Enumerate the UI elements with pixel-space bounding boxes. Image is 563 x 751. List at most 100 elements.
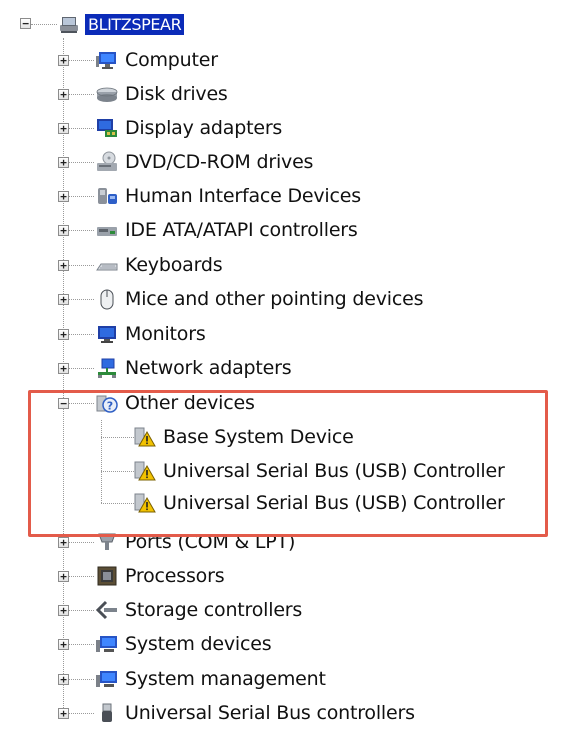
hid-icon: [96, 185, 118, 207]
collapse-toggle[interactable]: −: [20, 18, 31, 29]
tree-item-label: Universal Serial Bus (USB) Controller: [163, 460, 505, 482]
tree-item-processors[interactable]: Processors: [96, 560, 226, 592]
tree-item-label: IDE ATA/ATAPI controllers: [125, 219, 358, 241]
tree-guide: [69, 196, 94, 197]
tree-item-label: Network adapters: [125, 357, 292, 379]
tree-item-label: Universal Serial Bus controllers: [125, 702, 415, 724]
tree-item-computer[interactable]: Computer: [96, 44, 220, 76]
mouse-icon: [96, 288, 118, 310]
tree-item-label: Ports (COM & LPT): [125, 531, 296, 553]
tree-item-storage-controllers[interactable]: Storage controllers: [96, 594, 304, 626]
tree-guide: [69, 334, 94, 335]
tree-item-network-adapters[interactable]: Network adapters: [96, 352, 293, 384]
tree-item-usb-controllers[interactable]: Universal Serial Bus controllers: [96, 697, 417, 729]
tree-guide: [101, 503, 134, 504]
processor-icon: [96, 565, 118, 587]
tree-guide: [101, 471, 134, 472]
tree-guide: [69, 265, 94, 266]
tree-item-human-interface-devices[interactable]: Human Interface Devices: [96, 180, 363, 212]
system-management-icon: [96, 668, 118, 690]
tree-item-system-management[interactable]: System management: [96, 663, 328, 695]
expand-toggle[interactable]: +: [58, 157, 69, 168]
expand-toggle[interactable]: +: [58, 260, 69, 271]
expand-toggle[interactable]: +: [58, 191, 69, 202]
expand-toggle[interactable]: +: [58, 674, 69, 685]
tree-guide: [69, 94, 94, 95]
display-adapter-icon: [96, 117, 118, 139]
tree-guide: [69, 162, 94, 163]
tree-guide: [69, 679, 94, 680]
expand-toggle[interactable]: +: [58, 329, 69, 340]
network-adapter-icon: [96, 357, 118, 379]
tree-item-label: Monitors: [125, 323, 206, 345]
dvd-drive-icon: [96, 151, 118, 173]
tree-item-label: Base System Device: [163, 426, 354, 448]
tree-guide: [69, 368, 94, 369]
system-device-icon: [96, 633, 118, 655]
tree-item-display-adapters[interactable]: Display adapters: [96, 112, 284, 144]
monitor-icon: [96, 323, 118, 345]
tree-guide: [31, 24, 57, 25]
expand-toggle[interactable]: +: [58, 571, 69, 582]
ide-controller-icon: [96, 219, 118, 241]
tree-guide: [69, 403, 94, 404]
expand-toggle[interactable]: +: [58, 537, 69, 548]
tree-item-other-devices[interactable]: ? Other devices: [96, 387, 257, 419]
tree-item-disk-drives[interactable]: Disk drives: [96, 78, 230, 110]
tree-guide: [69, 60, 94, 61]
unknown-device-icon: ?: [96, 392, 118, 414]
tree-guide: [69, 644, 94, 645]
expand-toggle[interactable]: +: [58, 89, 69, 100]
tree-item-ide-ata-atapi-controllers[interactable]: IDE ATA/ATAPI controllers: [96, 214, 360, 246]
expand-toggle[interactable]: +: [58, 123, 69, 134]
tree-item-usb-controller[interactable]: Universal Serial Bus (USB) Controller: [134, 455, 507, 487]
tree-item-system-devices[interactable]: System devices: [96, 628, 273, 660]
tree-item-keyboards[interactable]: Keyboards: [96, 249, 224, 281]
tree-item-label: System devices: [125, 633, 272, 655]
device-tree: − BLITZSPEAR + Computer + Disk drives + …: [0, 0, 563, 751]
tree-guide: [101, 437, 134, 438]
tree-item-label: Computer: [125, 49, 218, 71]
tree-guide: [69, 230, 94, 231]
expand-toggle[interactable]: +: [58, 605, 69, 616]
expand-toggle[interactable]: +: [58, 639, 69, 650]
tree-guide: [69, 299, 94, 300]
storage-controller-icon: [96, 599, 118, 621]
tree-guide: [69, 576, 94, 577]
tree-item-label: Processors: [125, 565, 225, 587]
tree-item-label: Storage controllers: [125, 599, 303, 621]
expand-toggle[interactable]: +: [58, 55, 69, 66]
tree-item-mice[interactable]: Mice and other pointing devices: [96, 283, 425, 315]
tree-item-label: Keyboards: [125, 254, 223, 276]
expand-toggle[interactable]: +: [58, 225, 69, 236]
tree-item-label: System management: [125, 668, 326, 690]
tree-guide: [101, 420, 102, 503]
tree-item-label: Disk drives: [125, 83, 228, 105]
tree-root-node[interactable]: BLITZSPEAR: [58, 8, 185, 40]
tree-root-label: BLITZSPEAR: [85, 13, 185, 35]
warning-device-icon: [134, 492, 156, 514]
tree-item-label: Display adapters: [125, 117, 283, 139]
tree-item-monitors[interactable]: Monitors: [96, 318, 208, 350]
expand-toggle[interactable]: +: [58, 294, 69, 305]
computer-icon: [96, 49, 118, 71]
tree-item-label: Mice and other pointing devices: [125, 288, 424, 310]
tree-guide: [69, 610, 94, 611]
keyboard-icon: [96, 254, 118, 276]
tree-item-label: Other devices: [125, 392, 255, 414]
svg-text:?: ?: [107, 400, 113, 413]
tree-guide: [69, 128, 94, 129]
expand-toggle[interactable]: +: [58, 708, 69, 719]
port-icon: [96, 531, 118, 553]
computer-tree-root-icon: [58, 13, 80, 35]
collapse-toggle[interactable]: −: [58, 398, 69, 409]
expand-toggle[interactable]: +: [58, 363, 69, 374]
tree-item-ports[interactable]: Ports (COM & LPT): [96, 526, 297, 558]
warning-device-icon: [134, 426, 156, 448]
tree-item-dvd-cdrom-drives[interactable]: DVD/CD-ROM drives: [96, 146, 315, 178]
disk-drive-icon: [96, 83, 118, 105]
tree-item-label: Human Interface Devices: [125, 185, 361, 207]
tree-item-base-system-device[interactable]: Base System Device: [134, 421, 356, 453]
usb-icon: [96, 702, 118, 724]
tree-item-usb-controller[interactable]: Universal Serial Bus (USB) Controller: [134, 487, 507, 519]
